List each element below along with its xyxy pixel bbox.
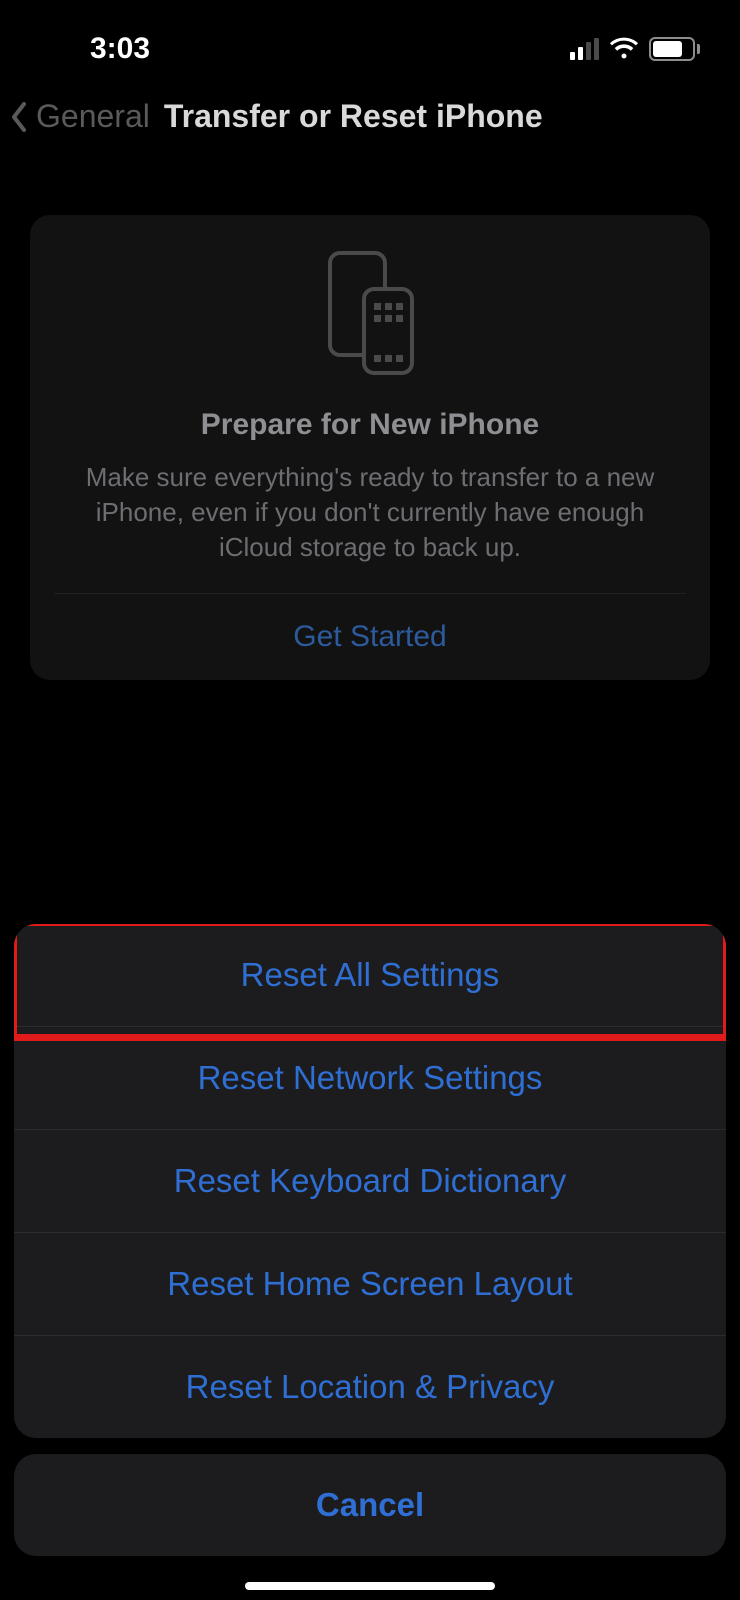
reset-home-screen-layout-button[interactable]: Reset Home Screen Layout [14, 1232, 726, 1335]
cancel-button[interactable]: Cancel [14, 1454, 726, 1556]
reset-keyboard-dictionary-button[interactable]: Reset Keyboard Dictionary [14, 1129, 726, 1232]
back-label[interactable]: General [36, 98, 150, 135]
get-started-button[interactable]: Get Started [54, 594, 686, 680]
nav-bar: General Transfer or Reset iPhone [0, 80, 740, 155]
prepare-description: Make sure everything's ready to transfer… [54, 460, 686, 565]
action-sheet: Reset All Settings Reset Network Setting… [14, 924, 726, 1556]
status-time: 3:03 [90, 32, 150, 66]
reset-all-settings-button[interactable]: Reset All Settings [14, 924, 726, 1026]
reset-location-privacy-button[interactable]: Reset Location & Privacy [14, 1335, 726, 1438]
status-bar: 3:03 [0, 0, 740, 80]
phones-icon [320, 247, 420, 382]
battery-icon [649, 37, 700, 61]
wifi-icon [609, 37, 639, 61]
cellular-signal-icon [570, 38, 599, 60]
back-chevron-icon[interactable] [8, 100, 32, 134]
prepare-card: Prepare for New iPhone Make sure everyth… [30, 215, 710, 680]
reset-options-group: Reset All Settings Reset Network Setting… [14, 924, 726, 1438]
reset-network-settings-button[interactable]: Reset Network Settings [14, 1026, 726, 1129]
prepare-title: Prepare for New iPhone [201, 408, 539, 442]
home-indicator[interactable] [245, 1582, 495, 1590]
status-right [570, 37, 700, 61]
page-title: Transfer or Reset iPhone [164, 98, 543, 135]
